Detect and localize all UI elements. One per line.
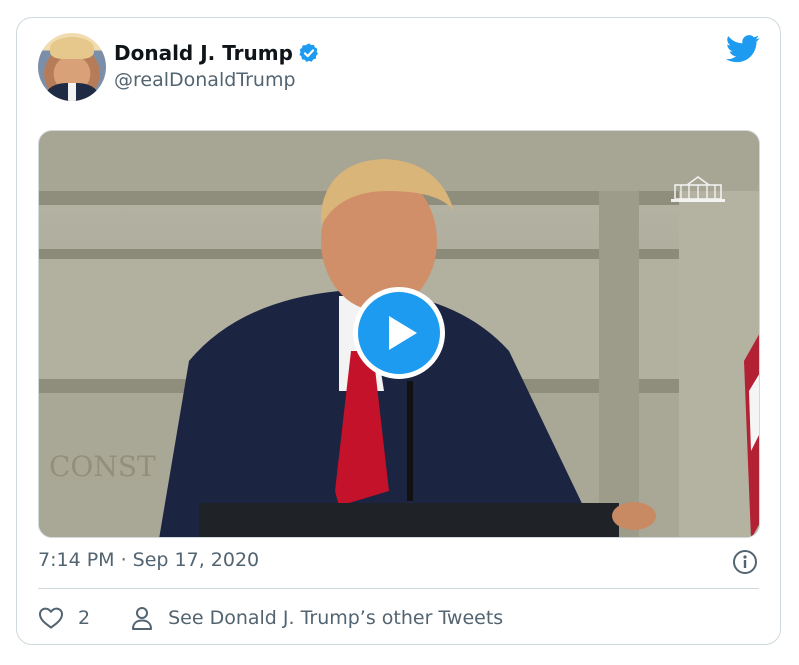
video-media[interactable]: CONST (38, 130, 760, 538)
info-icon[interactable] (732, 549, 758, 575)
tweet-card: Donald J. Trump @realDonaldTrump CONST 7… (16, 17, 781, 645)
person-icon (132, 607, 153, 630)
tweet-actions: 2 See Donald J. Trump’s other Tweets (38, 603, 503, 633)
avatar-hair (50, 37, 94, 59)
author-handle[interactable]: @realDonaldTrump (114, 69, 296, 91)
author-display-name[interactable]: Donald J. Trump (114, 41, 293, 65)
author-name-row: Donald J. Trump (114, 41, 320, 65)
avatar-shirt (68, 83, 76, 101)
twitter-bird-icon[interactable] (726, 34, 760, 64)
svg-text:CONST: CONST (49, 450, 156, 483)
heart-icon[interactable] (38, 606, 64, 630)
avatar[interactable] (38, 33, 106, 101)
play-icon (389, 316, 417, 350)
tweet-timestamp[interactable]: 7:14 PM · Sep 17, 2020 (38, 549, 259, 571)
see-other-tweets-label: See Donald J. Trump’s other Tweets (168, 607, 504, 629)
like-count: 2 (78, 607, 91, 629)
verified-badge-icon (299, 43, 318, 62)
white-house-logo-icon (671, 176, 725, 202)
divider (38, 588, 759, 589)
play-button[interactable] (353, 287, 445, 379)
see-other-tweets-button[interactable]: See Donald J. Trump’s other Tweets (130, 605, 503, 631)
